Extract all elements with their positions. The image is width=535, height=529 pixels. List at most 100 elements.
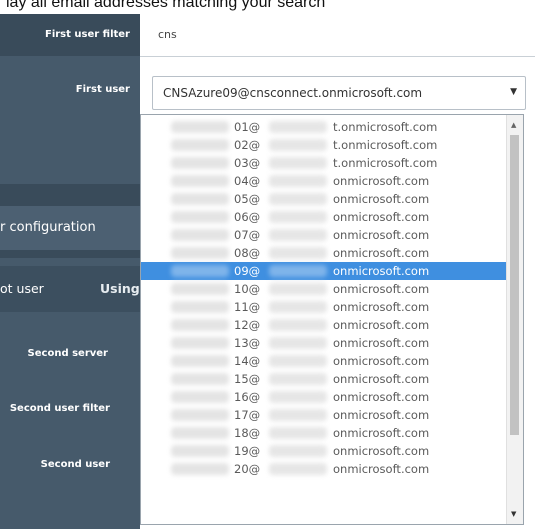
tab-root-user[interactable]: ot user Using (0, 266, 140, 312)
dropdown-option[interactable]: 20@ onmicrosoft.com (141, 460, 506, 478)
redacted-domain (269, 463, 327, 475)
redacted-domain (269, 175, 327, 187)
redacted-domain (269, 427, 327, 439)
redacted-prefix (171, 427, 229, 439)
option-domain: onmicrosoft.com (333, 318, 430, 332)
option-number: 13@ (234, 336, 261, 350)
option-number: 09@ (234, 264, 261, 278)
redacted-prefix (171, 445, 229, 457)
dropdown-option[interactable]: 17@ onmicrosoft.com (141, 406, 506, 424)
option-number: 03@ (234, 156, 261, 170)
dropdown-option[interactable]: 19@ onmicrosoft.com (141, 442, 506, 460)
dropdown-option[interactable]: 12@ onmicrosoft.com (141, 316, 506, 334)
redacted-domain (269, 139, 327, 151)
redacted-domain (269, 283, 327, 295)
tab-configuration[interactable]: r configuration (0, 206, 140, 250)
first-user-filter-input[interactable] (150, 22, 528, 46)
dropdown-scrollbar[interactable]: ▲ ▼ (506, 115, 523, 524)
redacted-prefix (171, 247, 229, 259)
dropdown-option[interactable]: 10@ onmicrosoft.com (141, 280, 506, 298)
tab-configuration-label: r configuration (0, 220, 96, 235)
option-domain: onmicrosoft.com (333, 336, 430, 350)
redacted-domain (269, 265, 327, 277)
second-server-label: Second server (27, 348, 108, 359)
redacted-domain (269, 121, 327, 133)
option-number: 01@ (234, 120, 261, 134)
redacted-prefix (171, 211, 229, 223)
redacted-prefix (171, 337, 229, 349)
option-domain: t.onmicrosoft.com (333, 156, 438, 170)
dropdown-option[interactable]: 11@ onmicrosoft.com (141, 298, 506, 316)
dropdown-option[interactable]: 05@ onmicrosoft.com (141, 190, 506, 208)
redacted-domain (269, 391, 327, 403)
option-domain: onmicrosoft.com (333, 174, 430, 188)
redacted-domain (269, 193, 327, 205)
tab-root-user-label: ot user (0, 281, 44, 296)
option-domain: onmicrosoft.com (333, 408, 430, 422)
option-domain: onmicrosoft.com (333, 444, 430, 458)
option-domain: onmicrosoft.com (333, 372, 430, 386)
redacted-prefix (171, 193, 229, 205)
redacted-prefix (171, 121, 229, 133)
sidebar-divider-band (0, 184, 140, 206)
option-number: 04@ (234, 174, 261, 188)
option-domain: onmicrosoft.com (333, 228, 430, 242)
app-panel: First user filter First user r configura… (0, 14, 535, 529)
option-number: 02@ (234, 138, 261, 152)
chevron-down-icon[interactable]: ▼ (510, 87, 517, 97)
option-number: 18@ (234, 426, 261, 440)
option-number: 06@ (234, 210, 261, 224)
dropdown-option[interactable]: 16@ onmicrosoft.com (141, 388, 506, 406)
dropdown-option[interactable]: 01@ t.onmicrosoft.com (141, 118, 506, 136)
option-domain: onmicrosoft.com (333, 462, 430, 476)
option-domain: onmicrosoft.com (333, 426, 430, 440)
option-number: 11@ (234, 300, 261, 314)
scrollbar-thumb[interactable] (510, 135, 519, 435)
option-domain: t.onmicrosoft.com (333, 120, 438, 134)
second-user-filter-label: Second user filter (9, 403, 110, 414)
option-number: 20@ (234, 462, 261, 476)
dropdown-option[interactable]: 13@ onmicrosoft.com (141, 334, 506, 352)
dropdown-option[interactable]: 08@ onmicrosoft.com (141, 244, 506, 262)
option-domain: onmicrosoft.com (333, 246, 430, 260)
option-domain: onmicrosoft.com (333, 282, 430, 296)
option-domain: onmicrosoft.com (333, 354, 430, 368)
dropdown-option[interactable]: 04@ onmicrosoft.com (141, 172, 506, 190)
dropdown-option[interactable]: 07@ onmicrosoft.com (141, 226, 506, 244)
redacted-domain (269, 301, 327, 313)
tab-using-label[interactable]: Using (100, 281, 140, 296)
sidebar-gap-band (0, 250, 140, 258)
option-domain: onmicrosoft.com (333, 300, 430, 314)
redacted-domain (269, 229, 327, 241)
redacted-prefix (171, 409, 229, 421)
redacted-prefix (171, 175, 229, 187)
first-user-filter-row (140, 14, 535, 57)
option-number: 14@ (234, 354, 261, 368)
first-user-dropdown-list[interactable]: 01@ t.onmicrosoft.com 02@ t.onmicrosoft.com… (140, 114, 524, 525)
option-domain: onmicrosoft.com (333, 264, 430, 278)
option-number: 15@ (234, 372, 261, 386)
page-caption: lay all email addresses matching your se… (0, 0, 535, 14)
redacted-prefix (171, 319, 229, 331)
dropdown-option[interactable]: 03@ t.onmicrosoft.com (141, 154, 506, 172)
dropdown-option[interactable]: 02@ t.onmicrosoft.com (141, 136, 506, 154)
dropdown-option[interactable]: 06@ onmicrosoft.com (141, 208, 506, 226)
scroll-down-icon[interactable]: ▼ (511, 510, 516, 518)
dropdown-option[interactable]: 09@ onmicrosoft.com (141, 262, 506, 280)
dropdown-option[interactable]: 18@ onmicrosoft.com (141, 424, 506, 442)
option-domain: t.onmicrosoft.com (333, 138, 438, 152)
redacted-prefix (171, 301, 229, 313)
sidebar: First user filter First user r configura… (0, 14, 140, 529)
second-user-label: Second user (40, 459, 110, 470)
dropdown-option[interactable]: 14@ onmicrosoft.com (141, 352, 506, 370)
scroll-up-icon[interactable]: ▲ (511, 121, 516, 129)
dropdown-option[interactable]: 15@ onmicrosoft.com (141, 370, 506, 388)
redacted-prefix (171, 373, 229, 385)
first-user-filter-label: First user filter (44, 29, 130, 40)
option-number: 19@ (234, 444, 261, 458)
first-user-select[interactable]: CNSAzure09@cnsconnect.onmicrosoft.com ▼ (152, 76, 526, 110)
redacted-domain (269, 337, 327, 349)
caption-text: lay all email addresses matching your se… (6, 0, 326, 11)
first-user-filter-band: First user filter (0, 14, 140, 56)
redacted-domain (269, 409, 327, 421)
